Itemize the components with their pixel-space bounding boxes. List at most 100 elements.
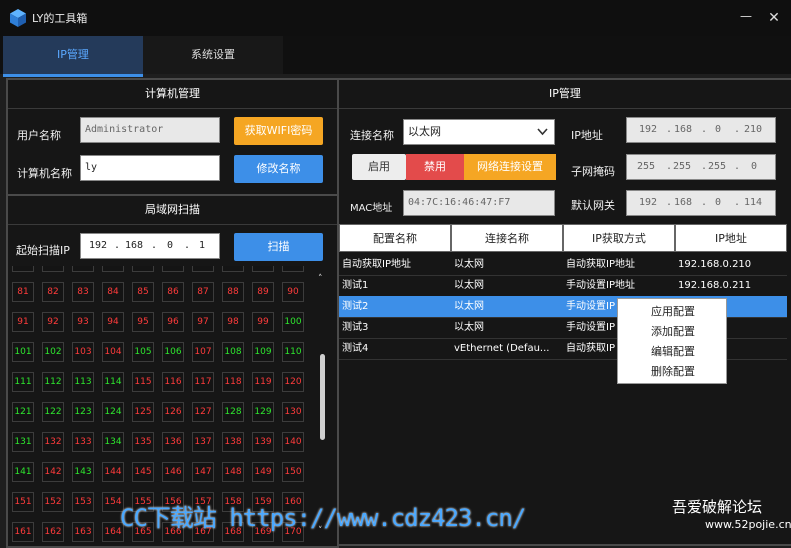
ip-cell[interactable]: 101: [12, 342, 34, 362]
pcname-field[interactable]: ly: [80, 155, 220, 181]
ip-cell[interactable]: 97: [192, 312, 214, 332]
ip-cell[interactable]: 134: [102, 432, 124, 452]
ip-cell[interactable]: 86: [162, 282, 184, 302]
ip-cell[interactable]: 104: [102, 342, 124, 362]
ip-cell[interactable]: 144: [102, 462, 124, 482]
ip-cell[interactable]: 96: [162, 312, 184, 332]
close-button[interactable]: ✕: [764, 8, 784, 28]
ip-cell[interactable]: 118: [222, 372, 244, 392]
ip-cell[interactable]: 143: [72, 462, 94, 482]
conn-name-select[interactable]: 以太网: [403, 119, 555, 145]
ip-cell[interactable]: 83: [72, 282, 94, 302]
ip-cell[interactable]: 161: [12, 522, 34, 542]
ip-cell[interactable]: 132: [42, 432, 64, 452]
username-field[interactable]: Administrator: [80, 117, 220, 143]
ip-cell[interactable]: 130: [282, 402, 304, 422]
ip-cell[interactable]: 94: [102, 312, 124, 332]
ip-cell[interactable]: 110: [282, 342, 304, 362]
table-row[interactable]: 自动获取IP地址 以太网 自动获取IP地址 192.168.0.210: [339, 254, 787, 276]
minimize-button[interactable]: —: [736, 8, 756, 28]
ip-cell[interactable]: 99: [252, 312, 274, 332]
ip-cell[interactable]: 146: [162, 462, 184, 482]
ip-cell[interactable]: 116: [162, 372, 184, 392]
ip-cell[interactable]: 91: [12, 312, 34, 332]
col-header-ip-mode[interactable]: IP获取方式: [563, 224, 675, 252]
ip-cell[interactable]: 152: [42, 492, 64, 512]
disable-button[interactable]: 禁用: [406, 154, 464, 180]
ip-cell[interactable]: 113: [72, 372, 94, 392]
ip-cell[interactable]: 80: [282, 266, 304, 272]
scan-button[interactable]: 扫描: [234, 233, 323, 261]
ip-cell[interactable]: 89: [252, 282, 274, 302]
ip-cell[interactable]: 128: [222, 402, 244, 422]
ip-cell[interactable]: 106: [162, 342, 184, 362]
ip-cell[interactable]: 88: [222, 282, 244, 302]
menu-item-add[interactable]: 添加配置: [618, 322, 728, 342]
ip-address-field[interactable]: 192 . 168 . 0 . 210: [626, 117, 776, 143]
col-header-config-name[interactable]: 配置名称: [339, 224, 451, 252]
ip-cell[interactable]: 81: [12, 282, 34, 302]
ip-cell[interactable]: 84: [102, 282, 124, 302]
menu-item-apply[interactable]: 应用配置: [618, 302, 728, 322]
network-settings-button[interactable]: 网络连接设置: [464, 154, 556, 180]
ip-cell[interactable]: 137: [192, 432, 214, 452]
ip-cell[interactable]: 117: [192, 372, 214, 392]
ip-cell[interactable]: 123: [72, 402, 94, 422]
ip-cell[interactable]: 131: [12, 432, 34, 452]
ip-cell[interactable]: 122: [42, 402, 64, 422]
ip-cell[interactable]: 153: [72, 492, 94, 512]
ip-cell[interactable]: 87: [192, 282, 214, 302]
table-row[interactable]: 测试1 以太网 手动设置IP地址 192.168.0.211: [339, 275, 787, 297]
ip-cell[interactable]: 95: [132, 312, 154, 332]
ip-cell[interactable]: 115: [132, 372, 154, 392]
ip-cell[interactable]: 92: [42, 312, 64, 332]
ip-cell[interactable]: 148: [222, 462, 244, 482]
menu-item-edit[interactable]: 编辑配置: [618, 342, 728, 362]
title-bar[interactable]: [0, 0, 791, 36]
scroll-up-icon[interactable]: ˄: [318, 274, 328, 284]
ip-cell[interactable]: 76: [162, 266, 184, 272]
tab-ip-manage[interactable]: IP管理: [3, 36, 143, 77]
tab-system-settings[interactable]: 系统设置: [143, 36, 283, 74]
ip-cell[interactable]: 114: [102, 372, 124, 392]
ip-cell[interactable]: 78: [222, 266, 244, 272]
ip-cell[interactable]: 162: [42, 522, 64, 542]
ip-cell[interactable]: 145: [132, 462, 154, 482]
ip-cell[interactable]: 111: [12, 372, 34, 392]
ip-cell[interactable]: 138: [222, 432, 244, 452]
ip-cell[interactable]: 75: [132, 266, 154, 272]
ip-cell[interactable]: 121: [12, 402, 34, 422]
ip-cell[interactable]: 149: [252, 462, 274, 482]
ip-cell[interactable]: 82: [42, 282, 64, 302]
ip-cell[interactable]: 141: [12, 462, 34, 482]
rename-button[interactable]: 修改名称: [234, 155, 323, 183]
ip-cell[interactable]: 120: [282, 372, 304, 392]
start-ip-field[interactable]: 192 . 168 . 0 . 1: [80, 233, 220, 259]
ip-cell[interactable]: 150: [282, 462, 304, 482]
ip-cell[interactable]: 126: [162, 402, 184, 422]
col-header-conn-name[interactable]: 连接名称: [451, 224, 563, 252]
ip-cell[interactable]: 71: [12, 266, 34, 272]
ip-cell[interactable]: 139: [252, 432, 274, 452]
ip-cell[interactable]: 73: [72, 266, 94, 272]
ip-cell[interactable]: 133: [72, 432, 94, 452]
ip-cell[interactable]: 103: [72, 342, 94, 362]
ip-cell[interactable]: 102: [42, 342, 64, 362]
subnet-mask-field[interactable]: 255 . 255 . 255 . 0: [626, 154, 776, 180]
ip-cell[interactable]: 98: [222, 312, 244, 332]
ip-cell[interactable]: 112: [42, 372, 64, 392]
ip-cell[interactable]: 100: [282, 312, 304, 332]
ip-cell[interactable]: 105: [132, 342, 154, 362]
ip-cell[interactable]: 108: [222, 342, 244, 362]
ip-cell[interactable]: 140: [282, 432, 304, 452]
ip-cell[interactable]: 93: [72, 312, 94, 332]
scrollbar-thumb[interactable]: [320, 354, 325, 440]
ip-cell[interactable]: 77: [192, 266, 214, 272]
ip-cell[interactable]: 151: [12, 492, 34, 512]
ip-cell[interactable]: 142: [42, 462, 64, 482]
mac-address-field[interactable]: 04:7C:16:46:47:F7: [403, 190, 555, 216]
ip-cell[interactable]: 109: [252, 342, 274, 362]
ip-cell[interactable]: 125: [132, 402, 154, 422]
ip-cell[interactable]: 127: [192, 402, 214, 422]
ip-cell[interactable]: 129: [252, 402, 274, 422]
